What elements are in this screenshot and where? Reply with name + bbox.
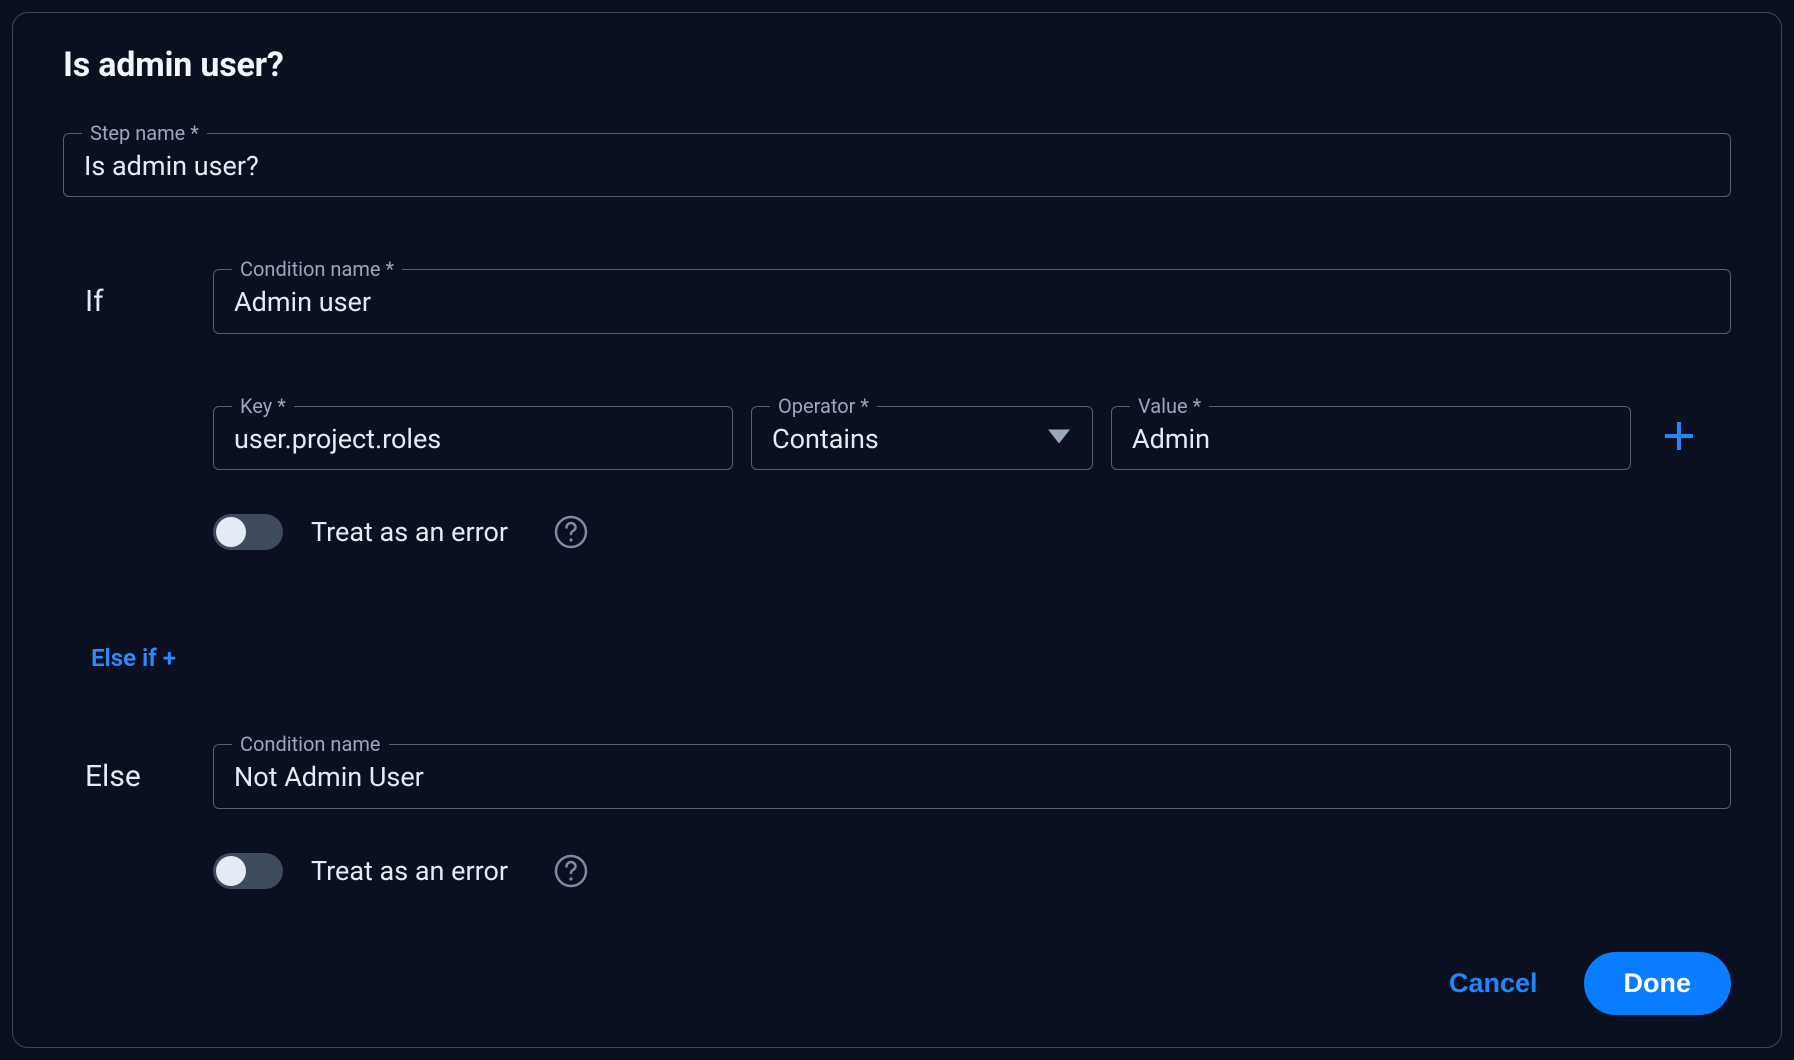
else-treat-as-error-row: Treat as an error [213, 853, 1731, 889]
if-value-label: Value * [1130, 394, 1209, 418]
if-branch-label: If [63, 284, 193, 319]
if-key-input[interactable] [234, 423, 712, 455]
else-treat-as-error-label: Treat as an error [311, 855, 508, 887]
if-condition-expression-row: Key * Operator * Value * [213, 406, 1731, 470]
if-treat-as-error-toggle[interactable] [213, 514, 283, 550]
step-editor-dialog: Is admin user? Step name * If Condition … [12, 12, 1782, 1048]
page-title: Is admin user? [63, 45, 1731, 85]
if-operator-label: Operator * [770, 394, 877, 418]
help-icon[interactable] [554, 854, 588, 888]
if-key-label: Key * [232, 394, 294, 418]
toggle-knob [216, 517, 246, 547]
help-icon[interactable] [554, 515, 588, 549]
if-operator-field[interactable]: Operator * [751, 406, 1093, 470]
if-condition-name-label: Condition name * [232, 257, 402, 281]
if-condition-row: If Condition name * [63, 269, 1731, 333]
add-condition-button[interactable] [1649, 406, 1709, 470]
else-condition-name-label: Condition name [232, 732, 389, 756]
else-condition-name-field[interactable]: Condition name [213, 744, 1731, 808]
if-key-field[interactable]: Key * [213, 406, 733, 470]
toggle-knob [216, 856, 246, 886]
step-name-label: Step name * [82, 121, 207, 145]
else-treat-as-error-toggle[interactable] [213, 853, 283, 889]
dialog-actions: Cancel Done [1449, 952, 1731, 1015]
if-condition-name-field[interactable]: Condition name * [213, 269, 1731, 333]
step-name-field[interactable]: Step name * [63, 133, 1731, 197]
else-condition-name-input[interactable] [234, 761, 1710, 793]
if-value-input[interactable] [1132, 423, 1610, 455]
add-elseif-link[interactable]: Else if + [91, 644, 176, 672]
if-value-field[interactable]: Value * [1111, 406, 1631, 470]
plus-icon [1663, 420, 1695, 456]
else-branch-label: Else [63, 759, 193, 794]
if-operator-input[interactable] [772, 423, 1072, 455]
if-treat-as-error-label: Treat as an error [311, 516, 508, 548]
cancel-button[interactable]: Cancel [1449, 968, 1538, 999]
if-condition-name-input[interactable] [234, 286, 1710, 318]
step-name-input[interactable] [84, 150, 1710, 182]
done-button[interactable]: Done [1584, 952, 1732, 1015]
else-condition-row: Else Condition name [63, 744, 1731, 808]
if-treat-as-error-row: Treat as an error [213, 514, 1731, 550]
